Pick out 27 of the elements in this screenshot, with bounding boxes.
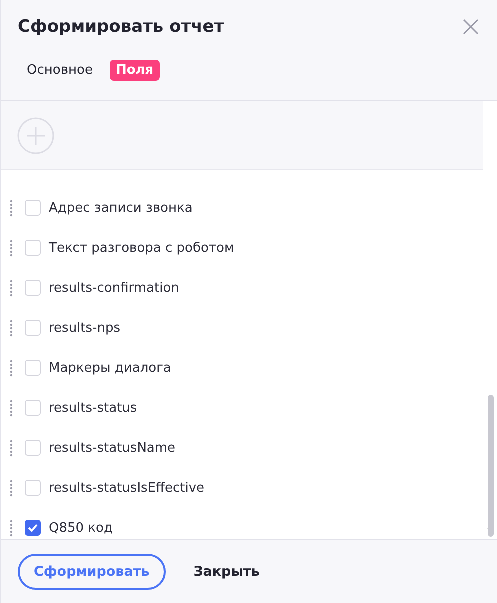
- add-icon[interactable]: [17, 117, 55, 155]
- field-label: Текст разговора с роботом: [49, 240, 234, 256]
- drag-handle-icon[interactable]: [10, 480, 13, 496]
- checkbox[interactable]: [25, 520, 41, 536]
- drag-handle-icon[interactable]: [10, 520, 13, 536]
- drag-handle-icon[interactable]: [10, 200, 13, 216]
- field-label: results-status: [49, 400, 138, 416]
- tab[interactable]: Основное: [24, 60, 96, 81]
- scrollbar-thumb[interactable]: [488, 395, 494, 537]
- field-label: results-nps: [49, 320, 121, 336]
- drag-handle-icon[interactable]: [10, 400, 13, 416]
- drag-handle-icon[interactable]: [10, 360, 13, 376]
- field-label: Маркеры диалога: [49, 360, 172, 376]
- generate-button[interactable]: Сформировать: [18, 554, 166, 590]
- field-label: Q850 код: [49, 520, 113, 536]
- drag-handle-icon[interactable]: [10, 320, 13, 336]
- field-label: results-statusIsEffective: [49, 480, 205, 496]
- field-label: Адрес записи звонка: [49, 200, 193, 216]
- drag-handle-icon[interactable]: [10, 280, 13, 296]
- close-button[interactable]: Закрыть: [180, 556, 274, 588]
- drag-handle-icon[interactable]: [10, 240, 13, 256]
- drag-handle-icon[interactable]: [10, 440, 13, 456]
- checkmark-icon: [28, 524, 38, 532]
- field-label: results-confirmation: [49, 280, 180, 296]
- close-icon[interactable]: [463, 19, 479, 35]
- field-label: results-statusName: [49, 440, 176, 456]
- dialog-title: Сформировать отчет: [18, 17, 224, 37]
